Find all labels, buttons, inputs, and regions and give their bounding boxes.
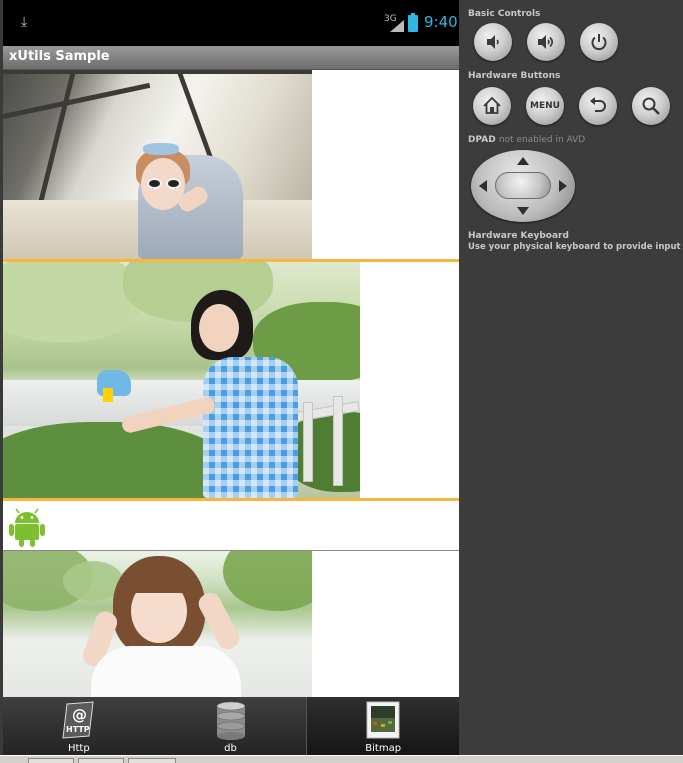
dpad-control[interactable]: [471, 150, 575, 222]
hardware-keyboard-heading: Hardware Keyboard: [468, 231, 569, 241]
http-icon: @ HTTP: [62, 701, 94, 739]
volume-down-button[interactable]: [474, 23, 512, 61]
list-item-photo: [3, 551, 312, 701]
dpad-down-icon: [517, 207, 529, 215]
home-icon: [483, 96, 501, 114]
list-item[interactable]: [3, 262, 459, 498]
home-button[interactable]: [473, 87, 511, 125]
tab-bitmap-label: Bitmap: [365, 743, 402, 754]
hardware-keyboard-note: Use your physical keyboard to provide in…: [468, 242, 681, 252]
basic-controls-heading: Basic Controls: [468, 9, 541, 19]
tab-db[interactable]: db: [155, 697, 307, 755]
status-bar: ⤓ 3G 9:40: [3, 0, 459, 46]
dpad-left-icon: [479, 180, 487, 192]
list-item-photo: [3, 70, 312, 259]
device-screen: ⤓ 3G 9:40 xUtils Sample @ HTTP Http db B…: [3, 0, 459, 755]
volume-up-button[interactable]: [527, 23, 565, 61]
volume-down-icon: [487, 35, 499, 49]
menu-button[interactable]: MENU: [526, 87, 564, 125]
database-icon: [216, 701, 245, 740]
search-icon: [642, 97, 660, 115]
download-icon: ⤓: [21, 14, 28, 30]
tab-http-label: Http: [67, 743, 90, 754]
tab-bitmap[interactable]: Bitmap: [306, 697, 459, 755]
emulator-control-panel: Basic Controls Hardware Buttons MENU DPA…: [459, 0, 683, 763]
volume-up-icon: [538, 35, 554, 49]
hardware-buttons-heading: Hardware Buttons: [468, 71, 561, 81]
back-button[interactable]: [579, 87, 617, 125]
bitmap-icon: [366, 701, 400, 739]
emulator-window: ⤓ 3G 9:40 xUtils Sample @ HTTP Http db B…: [0, 0, 683, 763]
list-item[interactable]: [3, 70, 459, 259]
tab-http[interactable]: @ HTTP Http: [3, 697, 155, 755]
dpad-note: not enabled in AVD: [498, 135, 586, 145]
bottom-tab-bar: @ HTTP Http db Bitmap: [3, 697, 459, 755]
status-time: 9:40: [424, 13, 458, 31]
menu-button-label: MENU: [530, 101, 560, 111]
search-button[interactable]: [632, 87, 670, 125]
dpad-up-icon: [517, 157, 529, 165]
back-icon: [590, 97, 606, 112]
tab-db-label: db: [224, 743, 237, 754]
app-title: xUtils Sample: [9, 49, 110, 64]
list-item[interactable]: [3, 501, 459, 550]
dpad-right-icon: [559, 180, 567, 192]
android-robot-icon: [9, 508, 45, 547]
dpad-heading: DPAD not enabled in AVD: [468, 135, 586, 145]
app-title-bar: xUtils Sample: [3, 46, 459, 70]
list-item[interactable]: [3, 551, 459, 701]
power-button[interactable]: [580, 23, 618, 61]
signal-icon: [390, 20, 404, 32]
dpad-center-button[interactable]: [495, 172, 551, 199]
svg-text:@: @: [72, 706, 87, 724]
window-bottom-edge: [0, 755, 683, 763]
power-icon: [591, 34, 607, 51]
list-item-photo: [3, 262, 360, 498]
battery-icon: [408, 13, 418, 32]
svg-text:HTTP: HTTP: [66, 725, 90, 734]
